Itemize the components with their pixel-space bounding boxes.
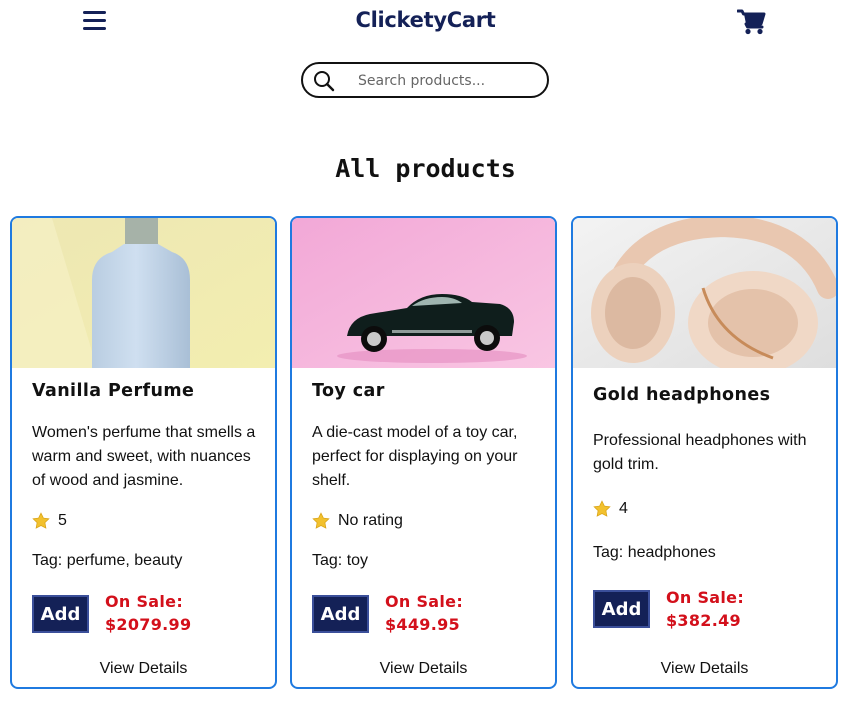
product-rating: No rating xyxy=(312,512,403,530)
add-to-cart-button[interactable]: Add xyxy=(32,595,89,633)
sale-label: On Sale: xyxy=(105,592,184,611)
top-navigation-bar: ClicketyCart xyxy=(0,0,851,46)
product-name: Gold headphones xyxy=(593,385,771,405)
view-details-link[interactable]: View Details xyxy=(573,660,836,678)
product-image[interactable] xyxy=(573,218,836,368)
product-rating: 5 xyxy=(32,512,67,530)
page-title: All products xyxy=(335,154,516,183)
search-icon[interactable] xyxy=(313,70,335,92)
view-details-link[interactable]: View Details xyxy=(12,660,275,678)
brand-logo[interactable]: ClicketyCart xyxy=(0,8,851,32)
product-description: A die-cast model of a toy car, perfect f… xyxy=(312,424,518,489)
product-description: Women's perfume that smells a warm and s… xyxy=(32,424,256,489)
sale-price: On Sale: $449.95 xyxy=(385,590,463,636)
add-to-cart-button[interactable]: Add xyxy=(593,590,650,628)
star-icon xyxy=(593,500,611,518)
price: $382.49 xyxy=(666,611,741,630)
product-tags: Tag: toy xyxy=(312,552,369,569)
sale-label: On Sale: xyxy=(385,592,464,611)
product-card: Vanilla Perfume Women's perfume that sme… xyxy=(10,216,277,689)
product-card: Toy car A die-cast model of a toy car, p… xyxy=(290,216,557,689)
price: $2079.99 xyxy=(105,615,192,634)
price: $449.95 xyxy=(385,615,460,634)
product-tags: Tag: headphones xyxy=(593,544,716,561)
star-icon xyxy=(312,512,330,530)
star-icon xyxy=(32,512,50,530)
sale-label: On Sale: xyxy=(666,588,745,607)
product-tags: Tag: perfume, beauty xyxy=(32,552,183,569)
search-bar xyxy=(301,62,549,98)
product-card: Gold headphones Professional headphones … xyxy=(571,216,838,689)
search-input[interactable] xyxy=(358,70,538,92)
product-description: Professional headphones with gold trim. xyxy=(593,432,807,473)
product-name: Vanilla Perfume xyxy=(32,381,195,401)
view-details-link[interactable]: View Details xyxy=(292,660,555,678)
shopping-cart-icon[interactable] xyxy=(736,9,766,35)
product-rating: 4 xyxy=(593,500,628,518)
sale-price: On Sale: $382.49 xyxy=(666,586,744,632)
rating-value: 5 xyxy=(58,512,67,529)
product-image[interactable] xyxy=(292,218,555,368)
add-to-cart-button[interactable]: Add xyxy=(312,595,369,633)
rating-value: No rating xyxy=(338,512,403,529)
product-name: Toy car xyxy=(312,381,385,401)
sale-price: On Sale: $2079.99 xyxy=(105,590,191,636)
rating-value: 4 xyxy=(619,500,628,517)
product-image[interactable] xyxy=(12,218,275,368)
